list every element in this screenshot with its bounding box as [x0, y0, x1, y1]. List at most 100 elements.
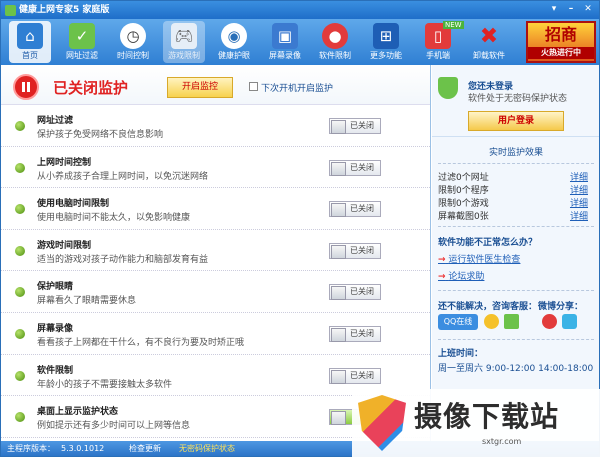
qq-online-button[interactable]: QQ在线 [438, 314, 478, 330]
toolbar-more[interactable]: ⊞ 更多功能 [365, 21, 407, 63]
run-doctor-link[interactable]: → 运行软件医生检查 [432, 250, 599, 267]
status-dot-icon [15, 162, 25, 173]
feature-desc: 从小养成孩子合理上网时间，以免沉迷网络 [37, 171, 209, 182]
toolbar-game-limit[interactable]: 🎮︎ 游戏限制 [163, 21, 205, 63]
grid-icon: ⊞ [373, 23, 399, 49]
promo-banner[interactable]: 招商 火热进行中 [526, 21, 596, 63]
minimize-icon[interactable]: – [564, 3, 578, 16]
login-subtitle: 软件处于无密码保护状态 [468, 94, 568, 104]
status-dot-icon [15, 370, 25, 381]
feature-toggle[interactable]: 已关闭 [329, 325, 381, 342]
toolbar-label: 时间控制 [117, 51, 149, 60]
toolbar-eye-care[interactable]: ◉ 健康护眼 [213, 21, 255, 63]
effect-label: 过滤0个网址 [438, 173, 489, 183]
toolbar-home[interactable]: ⌂ 首页 [9, 21, 51, 63]
toolbar-label: 手机端 [426, 51, 450, 60]
effect-detail-link[interactable]: 详细 [570, 170, 588, 183]
feature-row: 使用电脑时间限制使用电脑时间不能太久，以免影响健康 已关闭 [1, 188, 430, 230]
sidebar: 您还未登录 软件处于无密码保护状态 用户登录 实时监护效果 过滤0个网址 详细 限… [432, 65, 599, 441]
feature-title: 上网时间控制 [37, 157, 92, 168]
share-label: 微博分享： [538, 302, 584, 312]
filter-shield-icon: ✓ [69, 23, 95, 49]
user-login-button[interactable]: 用户登录 [468, 111, 564, 131]
effect-label: 限制0个程序 [438, 186, 489, 196]
toolbar-label: 健康护眼 [218, 51, 250, 60]
feature-toggle[interactable]: 已关闭 [329, 367, 381, 384]
feature-title: 使用电脑时间限制 [37, 199, 110, 210]
effect-row: 屏幕截图0张 详细 [438, 209, 594, 222]
smiley-icon[interactable] [484, 314, 499, 329]
effect-list: 过滤0个网址 详细 限制0个程序 详细 限制0个游戏 详细 屏幕截图0张 详细 [432, 164, 599, 226]
feature-row: 保护眼睛屏幕看久了眼睛需要休息 已关闭 [1, 271, 430, 313]
camera-icon: ▣ [272, 23, 298, 49]
forum-help-link-text: 论坛求助 [448, 272, 485, 282]
title-bar: 健康上网专家5 家庭版 ▾ – ✕ [1, 1, 599, 19]
menu-icon[interactable]: ▾ [547, 3, 561, 16]
feature-toggle[interactable]: 已关闭 [329, 118, 381, 134]
feature-desc: 看看孩子上网都在干什么，有不良行为要及时矫正哦 [37, 337, 245, 348]
toolbar-label: 屏幕录像 [269, 51, 301, 60]
status-dot-icon [15, 287, 25, 298]
tencent-weibo-icon[interactable] [562, 314, 577, 329]
feature-row: 游戏时间限制 适当的游戏对孩子动作能力和脑部发育有益 已关闭 [1, 230, 430, 272]
toolbar-label: 软件限制 [319, 51, 351, 60]
feature-desc: 适当的游戏对孩子动作能力和脑部发育有益 [37, 254, 209, 265]
monitor-status-text: 已关闭监护 [53, 79, 129, 97]
next-boot-label: 下次开机开启监护 [261, 84, 334, 94]
support-label: 还不能解决，咨询客服： [438, 302, 538, 312]
app-title: 健康上网专家5 家庭版 [19, 5, 110, 15]
status-dot-icon [15, 121, 25, 131]
toolbar-software-limit[interactable]: ● 软件限制 [314, 21, 356, 63]
promo-title: 招商 [544, 25, 577, 44]
effect-label: 屏幕截图0张 [438, 212, 489, 222]
uninstall-icon: ✖ [479, 23, 499, 49]
status-dot-icon [15, 204, 25, 215]
effect-detail-link[interactable]: 详细 [570, 209, 588, 222]
pause-icon [13, 74, 39, 100]
feature-desc: 使用电脑时间不能太久，以免影响健康 [37, 213, 191, 224]
watermark-text: 摄像下载站 [414, 400, 560, 433]
effect-title: 实时监护效果 [488, 148, 543, 158]
feature-toggle[interactable]: 已关闭 [329, 159, 381, 176]
feature-title: 桌面上显示监护状态 [37, 407, 119, 418]
effect-detail-link[interactable]: 详细 [570, 183, 588, 196]
main-panel: 已关闭监护 开启监控 下次开机开启监护 网址过滤 保护孩子免受网络不良信息影响 已关… [1, 65, 431, 441]
effect-label: 限制0个游戏 [438, 199, 489, 209]
next-boot-checkbox[interactable] [249, 82, 258, 91]
weibo-icon[interactable] [542, 314, 557, 329]
forum-help-link[interactable]: → 论坛求助 [432, 267, 599, 284]
toolbar-mobile[interactable]: ▯ 手机端 NEW [417, 21, 464, 63]
version-label: 主程序版本： [7, 444, 55, 453]
monitor-status-header: 已关闭监护 开启监控 下次开机开启监护 [1, 65, 430, 105]
feature-row: 屏幕录像 看看孩子上网都在干什么，有不良行为要及时矫正哦 已关闭 [1, 313, 430, 355]
support-panel: 还不能解决，咨询客服： 微博分享： QQ在线 [432, 297, 599, 339]
toolbar-uninstall[interactable]: ✖ 卸载软件 [468, 21, 510, 63]
check-update-link[interactable]: 检查更新 [129, 441, 161, 456]
clock-icon: ◷ [120, 23, 146, 49]
mail-icon[interactable] [504, 314, 519, 329]
main-toolbar: ⌂ 首页 ✓ 网址过滤 ◷ 时间控制 🎮︎ 游戏限制 ◉ 健康护眼 ▣ 屏幕录像… [1, 19, 599, 65]
watermark-url: sxtgr.com [482, 437, 522, 446]
effect-detail-link[interactable]: 详细 [570, 196, 588, 209]
toolbar-label: 首页 [22, 51, 38, 60]
eye-icon: ◉ [221, 23, 247, 49]
feature-title: 网址过滤 [37, 116, 74, 126]
effect-row: 限制0个程序 详细 [438, 183, 594, 196]
toolbar-url-filter[interactable]: ✓ 网址过滤 [61, 21, 103, 63]
feature-title: 保护眼睛 [37, 282, 74, 293]
toolbar-time-control[interactable]: ◷ 时间控制 [112, 21, 154, 63]
disc-icon: ● [322, 23, 348, 49]
feature-row: 上网时间控制从小养成孩子合理上网时间，以免沉迷网络 已关闭 [1, 147, 430, 189]
toolbar-screen-record[interactable]: ▣ 屏幕录像 [264, 21, 306, 63]
start-monitor-button[interactable]: 开启监控 [167, 77, 233, 98]
effect-row: 过滤0个网址 详细 [438, 170, 594, 183]
status-dot-icon [15, 412, 25, 423]
toolbar-label: 卸载软件 [473, 51, 505, 60]
feature-toggle[interactable]: 已关闭 [329, 284, 381, 301]
feature-toggle[interactable]: 已关闭 [329, 242, 381, 259]
feature-desc: 屏幕看久了眼睛需要休息 [37, 296, 137, 307]
feature-toggle[interactable]: 已关闭 [329, 201, 381, 218]
new-badge: NEW [443, 21, 464, 29]
close-icon[interactable]: ✕ [581, 3, 595, 16]
version-value: 5.3.0.1012 [61, 444, 105, 453]
